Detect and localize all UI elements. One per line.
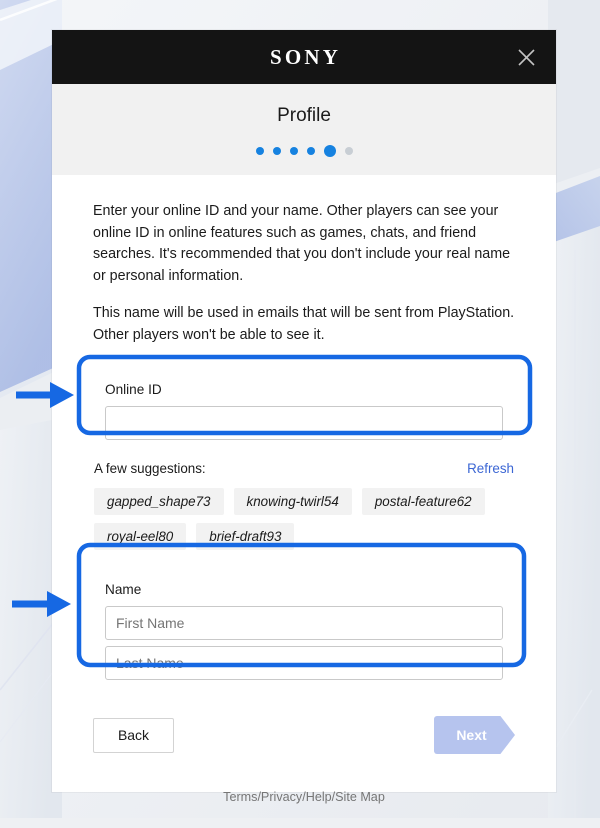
step-dot-4 — [306, 147, 315, 155]
signup-card: SONY Profile Enter your online ID and yo… — [52, 30, 556, 804]
window-title-bar: SONY — [52, 30, 556, 84]
intro-paragraph-1: Enter your online ID and your name. Othe… — [93, 203, 511, 284]
refresh-suggestions-link[interactable]: Refresh — [467, 461, 514, 476]
back-button[interactable]: Back — [93, 717, 174, 753]
suggestion-chip[interactable]: brief-draft93 — [196, 523, 295, 550]
online-id-field-group: Online ID — [93, 372, 515, 452]
suggestion-chip[interactable]: knowing-twirl54 — [233, 488, 352, 515]
footer-links[interactable]: Terms/Privacy/Help/Site Map — [223, 790, 385, 804]
page-title: Profile — [277, 105, 331, 126]
card-body: Enter your online ID and your name. Othe… — [52, 175, 556, 828]
intro-paragraph-2: This name will be used in emails that wi… — [93, 305, 515, 343]
page-header: Profile — [52, 84, 556, 175]
sony-logo: SONY — [270, 44, 342, 69]
suggestion-chip[interactable]: postal-feature62 — [361, 488, 485, 515]
step-dot-2 — [272, 147, 281, 155]
next-button[interactable]: Next — [434, 716, 515, 754]
close-icon[interactable] — [513, 44, 539, 70]
name-label: Name — [105, 582, 142, 597]
step-progress-indicator — [52, 145, 556, 157]
name-field-group: Name — [93, 572, 515, 692]
step-dot-6 — [344, 147, 353, 155]
step-dot-1 — [255, 147, 264, 155]
online-id-label: Online ID — [105, 382, 162, 397]
last-name-input[interactable] — [105, 646, 503, 680]
suggestions-header: A few suggestions: Refresh — [93, 461, 515, 476]
suggestions-label: A few suggestions: — [94, 461, 206, 476]
first-name-input[interactable] — [105, 606, 503, 640]
suggestion-chip-list: gapped_shape73 knowing-twirl54 postal-fe… — [93, 488, 515, 550]
step-dot-3 — [289, 147, 298, 155]
step-dot-5-current — [323, 145, 336, 157]
online-id-input[interactable] — [105, 406, 503, 440]
card-footer: Terms/Privacy/Help/Site Map — [93, 788, 515, 828]
navigation-row: Back Next — [93, 716, 515, 754]
suggestion-chip[interactable]: royal-eel80 — [94, 523, 187, 550]
suggestion-chip[interactable]: gapped_shape73 — [94, 488, 224, 515]
